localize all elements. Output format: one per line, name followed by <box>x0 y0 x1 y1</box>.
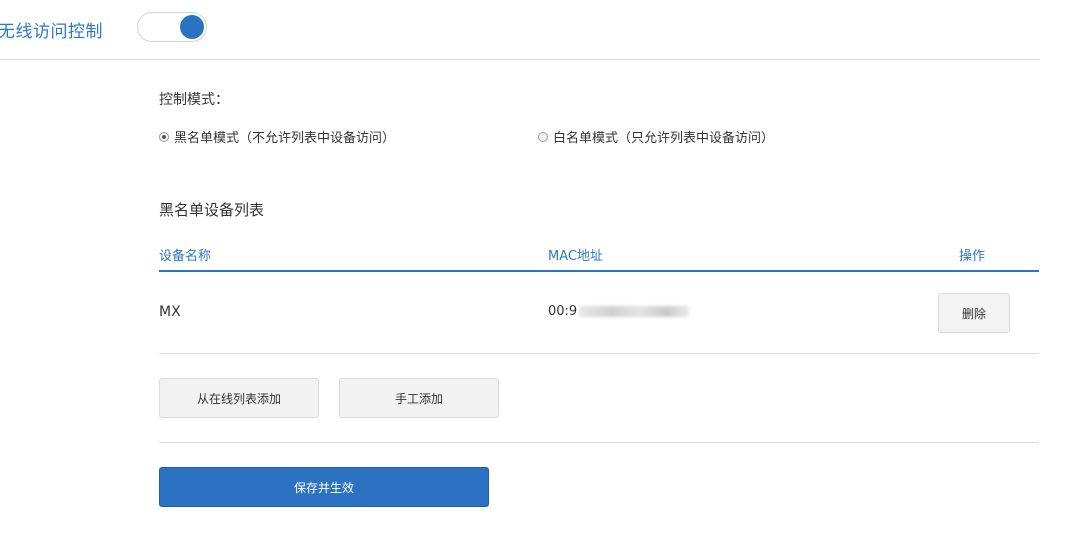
mac-visible-prefix: 00:9 <box>548 304 578 319</box>
column-header-mac: MAC地址 <box>548 249 603 264</box>
table-header-underline <box>159 270 1039 272</box>
whitelist-mode-label: 白名单模式（只允许列表中设备访问） <box>553 131 775 146</box>
table-row-mac: 00:9 <box>548 304 690 319</box>
add-from-online-list-button[interactable]: 从在线列表添加 <box>159 378 319 418</box>
delete-button[interactable]: 删除 <box>938 293 1010 333</box>
column-header-device-name: 设备名称 <box>159 249 212 264</box>
control-mode-label: 控制模式： <box>159 92 229 108</box>
access-control-toggle[interactable] <box>137 12 207 42</box>
column-header-operation: 操作 <box>959 249 986 264</box>
add-manually-button[interactable]: 手工添加 <box>339 378 499 418</box>
row-divider <box>159 353 1039 354</box>
blacklist-mode-radio[interactable] <box>159 131 169 142</box>
save-and-apply-button[interactable]: 保存并生效 <box>159 467 489 507</box>
blacklist-mode-label: 黑名单模式（不允许列表中设备访问） <box>174 131 396 146</box>
wireless-access-control-page: 无线访问控制 控制模式： 黑名单模式（不允许列表中设备访问） 白名单模式（只允许… <box>0 0 1075 544</box>
page-title: 无线访问控制 <box>0 22 103 42</box>
header-divider <box>0 59 1040 60</box>
whitelist-mode-option[interactable]: 白名单模式（只允许列表中设备访问） <box>538 127 774 146</box>
table-row-device-name: MX <box>159 304 181 320</box>
blacklist-title: 黑名单设备列表 <box>159 201 265 219</box>
blacklist-mode-option[interactable]: 黑名单模式（不允许列表中设备访问） <box>159 127 395 146</box>
whitelist-mode-radio[interactable] <box>538 131 548 142</box>
actions-divider <box>159 442 1039 443</box>
toggle-knob <box>180 15 204 39</box>
mac-redacted-blur <box>579 306 690 317</box>
